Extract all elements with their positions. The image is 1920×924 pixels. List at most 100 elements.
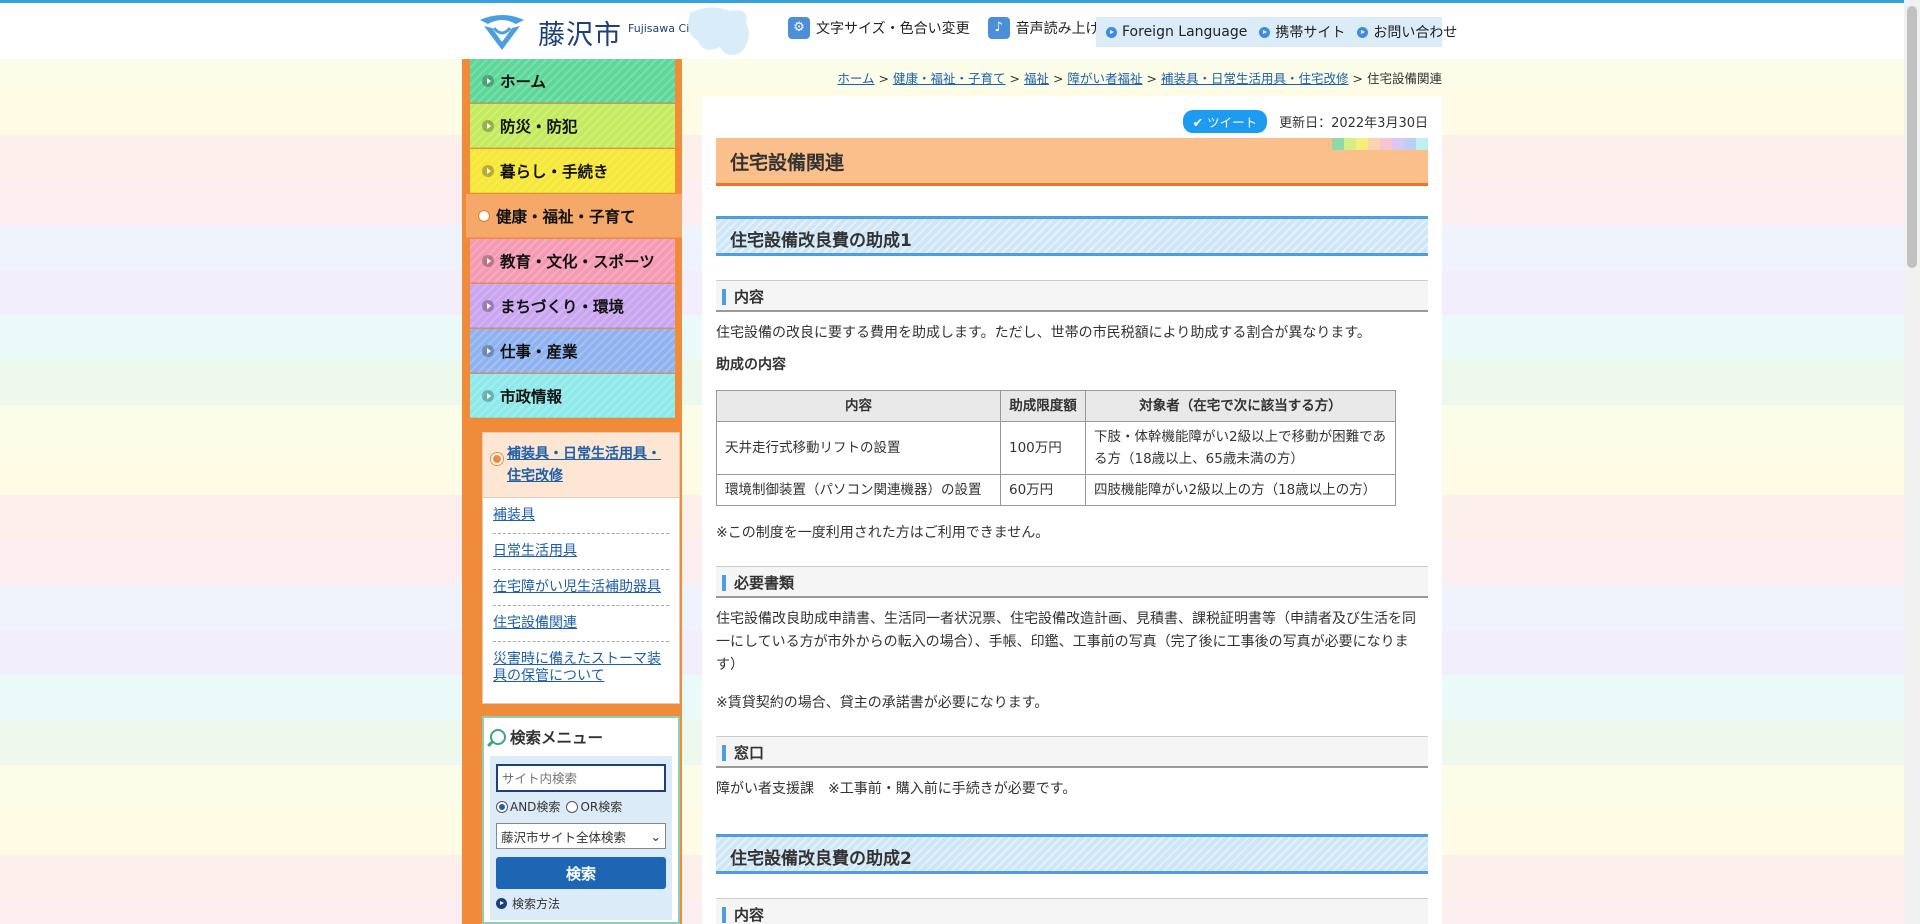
breadcrumb-separator: > xyxy=(1009,71,1020,86)
subsidy-details-heading: 助成の内容 xyxy=(716,357,786,373)
nav-label: ホーム xyxy=(500,72,547,91)
nav-city-administration[interactable]: 市政情報 xyxy=(470,374,675,418)
table-cell: 下肢・体幹機能障がい2級以上で移動が困難である方（18歳以上、65歳未満の方） xyxy=(1085,421,1396,475)
scrollbar-thumb[interactable] xyxy=(1907,6,1917,268)
tweet-label: ツイート xyxy=(1207,115,1258,130)
nav-bullet-icon xyxy=(482,255,494,267)
search-button[interactable]: 検索 xyxy=(496,857,666,889)
table-cell: 天井走行式移動リフトの設置 xyxy=(716,421,1001,475)
table-header: 助成限度額 xyxy=(1000,390,1086,422)
nav-work-industry[interactable]: 仕事・産業 xyxy=(470,329,675,373)
site-name: 藤沢市 xyxy=(538,19,622,51)
nav-bullet-icon xyxy=(478,210,490,222)
search-icon xyxy=(490,729,506,745)
subnav-link-daily-living[interactable]: 日常生活用具 xyxy=(493,543,577,559)
page-meta: ✔ ツイート 更新日：2022年3月30日 xyxy=(1182,110,1428,133)
accessibility-tools: ⚙ 文字サイズ・色合い変更 ♪ 音声読み上げ xyxy=(788,17,1118,39)
contact-link[interactable]: お問い合わせ xyxy=(1357,22,1457,42)
nav-label: 教育・文化・スポーツ xyxy=(500,252,655,271)
search-scope-value: 藤沢市サイト全体検索 xyxy=(501,829,627,845)
nav-living-procedures[interactable]: 暮らし・手続き xyxy=(470,149,675,193)
and-search-radio[interactable] xyxy=(496,800,508,813)
read-aloud-link[interactable]: ♪ 音声読み上げ xyxy=(987,17,1100,39)
nav-label: 防災・防犯 xyxy=(500,117,578,136)
breadcrumb-link[interactable]: ホーム xyxy=(837,71,874,86)
or-search-radio[interactable] xyxy=(566,800,579,813)
documents-note: ※賃貸契約の場合、貸主の承諾書が必要になります。 xyxy=(716,695,1049,711)
breadcrumb-link[interactable]: 福祉 xyxy=(1024,71,1049,86)
search-menu: 検索メニュー AND検索 OR検索 藤沢市サイト全体検索 ⌄ 検索 検索方法 xyxy=(482,716,680,924)
nav-town-environment[interactable]: まちづくり・環境 xyxy=(470,284,675,328)
content-text: 住宅設備の改良に要する費用を助成します。ただし、世帯の市民税額により助成する割合… xyxy=(716,325,1371,341)
page-title: 住宅設備関連 xyxy=(716,138,1428,186)
subnav-link-housing-equipment[interactable]: 住宅設備関連 xyxy=(493,615,577,631)
subnav-link-stoma-storage[interactable]: 災害時に備えたストーマ装具の保管について xyxy=(493,651,661,684)
table-cell: 100万円 xyxy=(1000,421,1086,475)
gear-icon: ⚙ xyxy=(788,17,810,39)
nav-bullet-icon xyxy=(482,390,494,402)
search-howto-label: 検索方法 xyxy=(512,897,561,911)
search-howto-link[interactable]: 検索方法 xyxy=(496,895,666,912)
section-heading: 住宅設備改良費の助成1 xyxy=(716,216,1428,256)
site-header: 藤沢市 Fujisawa City ⚙ 文字サイズ・色合い変更 ♪ 音声読み上げ… xyxy=(0,3,1920,59)
main-content: ✔ ツイート 更新日：2022年3月30日 住宅設備関連 住宅設備改良費の助成1… xyxy=(702,96,1442,924)
nav-bullet-icon xyxy=(482,120,494,132)
color-strip-decoration xyxy=(1332,138,1428,150)
arrow-circle-icon xyxy=(496,898,507,909)
breadcrumb-link[interactable]: 補装具・日常生活用具・住宅改修 xyxy=(1161,71,1349,86)
search-menu-title: 検索メニュー xyxy=(484,718,678,756)
subnav-item: 補装具 xyxy=(493,498,669,534)
breadcrumb-separator: > xyxy=(1053,71,1064,86)
font-color-settings-link[interactable]: ⚙ 文字サイズ・色合い変更 xyxy=(788,17,970,39)
breadcrumb-separator: > xyxy=(1146,71,1157,86)
subnav-item: 在宅障がい児生活補助器具 xyxy=(493,570,669,606)
nav-label: 市政情報 xyxy=(500,387,563,406)
nav-bullet-icon xyxy=(482,75,494,87)
window-text: 障がい者支援課 ※工事前・購入前に手続きが必要です。 xyxy=(716,781,1077,797)
nav-label: 仕事・産業 xyxy=(500,342,578,361)
arrow-circle-icon xyxy=(1259,26,1271,38)
subnav-link-prosthetics[interactable]: 補装具 xyxy=(493,507,535,523)
table-header: 内容 xyxy=(716,390,1001,422)
subnav-item: 住宅設備関連 xyxy=(493,606,669,642)
search-input[interactable] xyxy=(496,764,666,792)
tweet-button[interactable]: ✔ ツイート xyxy=(1182,110,1268,133)
breadcrumb-link[interactable]: 障がい者福祉 xyxy=(1067,71,1142,86)
header-links: Foreign Language 携帯サイト お問い合わせ xyxy=(1096,17,1457,47)
breadcrumb-separator: > xyxy=(1352,71,1363,86)
subsection-heading-window: 窓口 xyxy=(716,736,1428,768)
table-row: 環境制御装置（パソコン関連機器）の設置 60万円 四肢機能障がい2級以上の方（1… xyxy=(716,474,1396,506)
usage-note: ※この制度を一度利用された方はご利用できません。 xyxy=(716,525,1050,541)
subnav-heading-link[interactable]: 補装具・日常生活用具・住宅改修 xyxy=(507,446,661,484)
nav-label: まちづくり・環境 xyxy=(500,297,625,316)
subnav-heading: 補装具・日常生活用具・住宅改修 xyxy=(483,433,679,498)
updated-date: 更新日：2022年3月30日 xyxy=(1279,116,1428,131)
nav-health-welfare[interactable]: 健康・福祉・子育て xyxy=(466,194,682,238)
subsection-heading-documents: 必要書類 xyxy=(716,566,1428,598)
nav-label: 暮らし・手続き xyxy=(500,162,609,181)
foreign-language-link[interactable]: Foreign Language xyxy=(1106,24,1247,40)
nav-education-culture[interactable]: 教育・文化・スポーツ xyxy=(470,239,675,283)
arrow-circle-icon xyxy=(1106,26,1117,38)
breadcrumb-link[interactable]: 健康・福祉・子育て xyxy=(893,71,1006,86)
twitter-bird-icon: ✔ xyxy=(1192,115,1204,130)
table-cell: 四肢機能障がい2級以上の方（18歳以上の方） xyxy=(1085,474,1396,506)
read-aloud-label: 音声読み上げ xyxy=(1015,21,1100,37)
contact-label: お問い合わせ xyxy=(1373,25,1458,41)
search-mode-options: AND検索 OR検索 xyxy=(496,798,666,815)
mobile-site-link[interactable]: 携帯サイト xyxy=(1259,22,1345,42)
subnav-link-child-aids[interactable]: 在宅障がい児生活補助器具 xyxy=(493,579,661,595)
font-color-settings-label: 文字サイズ・色合い変更 xyxy=(816,21,970,37)
search-title-label: 検索メニュー xyxy=(510,729,604,747)
nav-disaster-prevention[interactable]: 防災・防犯 xyxy=(470,104,675,148)
site-logo[interactable]: 藤沢市 Fujisawa City xyxy=(474,11,700,53)
and-search-label: AND検索 xyxy=(510,800,561,814)
nav-home[interactable]: ホーム xyxy=(470,59,675,103)
search-scope-select[interactable]: 藤沢市サイト全体検索 ⌄ xyxy=(496,823,666,849)
page-scrollbar[interactable] xyxy=(1904,0,1920,924)
documents-text: 住宅設備改良助成申請書、生活同一者状況票、住宅設備改造計画、見積書、課税証明書等… xyxy=(716,611,1416,673)
subnav-item: 日常生活用具 xyxy=(493,534,669,570)
nav-bullet-icon xyxy=(482,345,494,357)
table-cell: 60万円 xyxy=(1000,474,1086,506)
subsidy-table: 内容 助成限度額 対象者（在宅で次に該当する方） 天井走行式移動リフトの設置 1… xyxy=(716,390,1396,506)
